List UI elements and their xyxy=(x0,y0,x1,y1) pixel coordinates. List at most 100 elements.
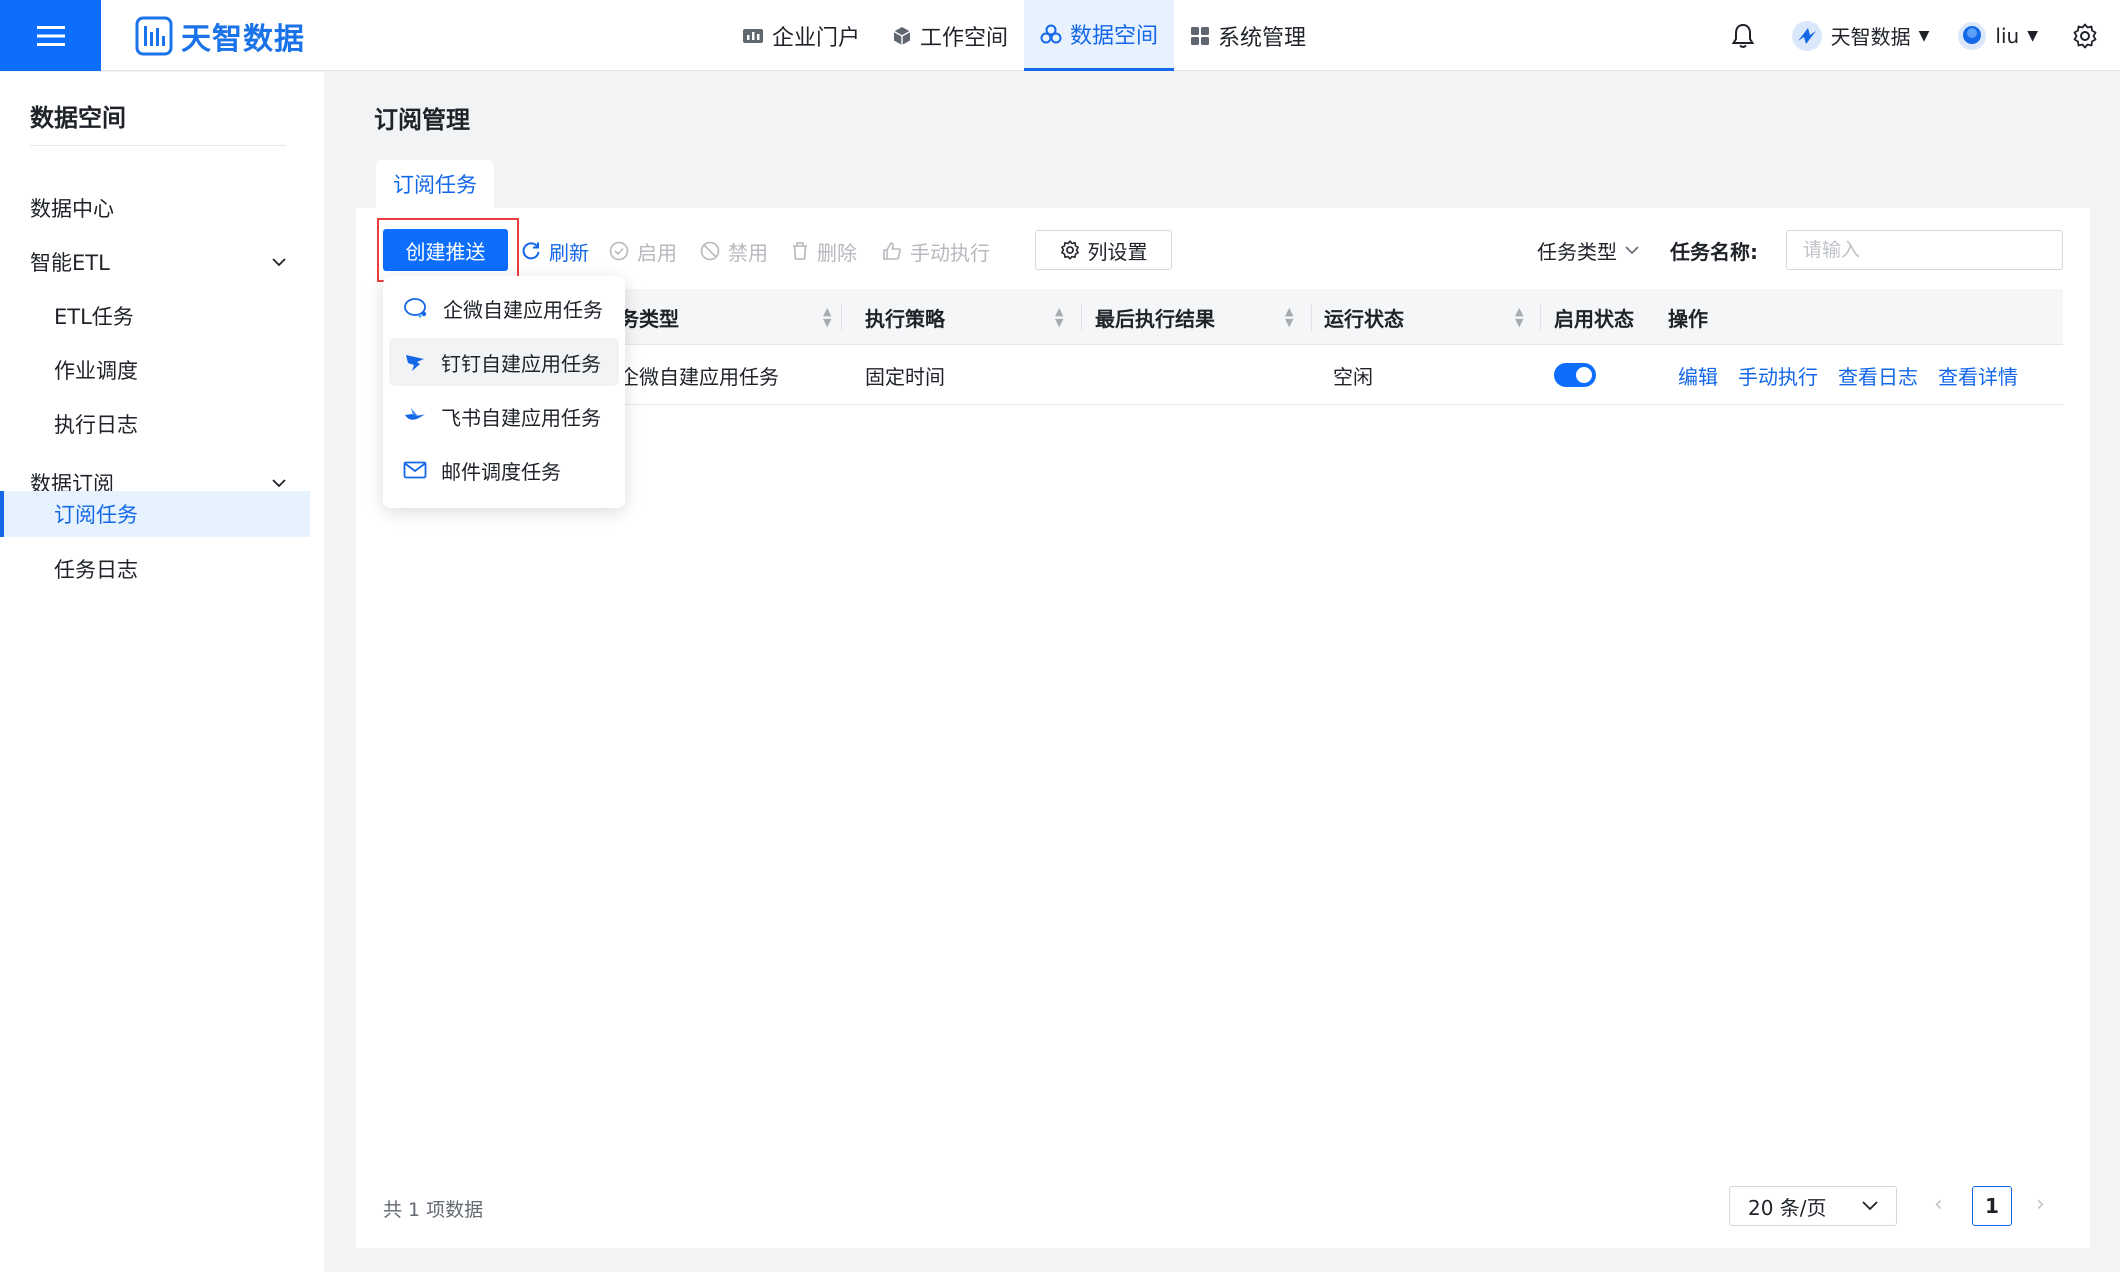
dropdown-item-label: 邮件调度任务 xyxy=(441,459,561,484)
feishu-icon xyxy=(405,408,425,420)
sidebar-group-smart-etl[interactable]: 智能ETL xyxy=(0,239,310,285)
refresh-button[interactable]: 刷新 xyxy=(521,236,589,266)
sidebar-item-label: 数据中心 xyxy=(30,197,114,221)
sidebar: 数据空间 数据中心 智能ETL ETL任务 作业调度 执行日志 数据订阅 订阅任… xyxy=(0,72,324,1272)
prev-page-button[interactable]: ‹ xyxy=(1934,1192,1943,1217)
chevron-down-icon xyxy=(272,257,286,266)
check-circle-icon xyxy=(609,241,629,261)
column-separator xyxy=(1540,303,1541,331)
enable-label: 启用 xyxy=(637,240,677,265)
page-size-value: 20 条/页 xyxy=(1748,1195,1827,1220)
sidebar-item-label: 订阅任务 xyxy=(54,503,138,527)
wecom-icon xyxy=(404,298,427,318)
column-separator xyxy=(841,303,842,331)
dropdown-item-dingtalk[interactable]: 钉钉自建应用任务 xyxy=(389,338,619,386)
org-name: 天智数据 xyxy=(1830,25,1911,49)
enable-button[interactable]: 启用 xyxy=(609,236,677,266)
task-name-input[interactable] xyxy=(1786,230,2063,270)
top-bar: 天智数据 企业门户 工作空间 数据空间 系统管理 天智数据 ▼ liu ▼ xyxy=(0,0,2120,71)
edit-link[interactable]: 编辑 xyxy=(1678,361,1718,390)
nav-enterprise-portal[interactable]: 企业门户 xyxy=(726,0,876,71)
refresh-label: 刷新 xyxy=(549,240,589,265)
task-type-label: 任务类型 xyxy=(1537,240,1617,264)
grid-icon xyxy=(1191,26,1210,45)
sort-icon[interactable]: ▲ ▼ xyxy=(1515,306,1523,328)
user-avatar-icon xyxy=(1958,21,1987,50)
col-header-type[interactable]: 务类型 ▲ ▼ xyxy=(619,289,831,345)
ban-icon xyxy=(700,241,720,261)
delete-button[interactable]: 删除 xyxy=(791,236,857,266)
sidebar-item-job-scheduling[interactable]: 作业调度 xyxy=(0,347,310,393)
user-name: liu xyxy=(1995,23,2020,48)
tab-subscription-tasks[interactable]: 订阅任务 xyxy=(376,160,494,208)
sort-icon[interactable]: ▲ ▼ xyxy=(823,306,831,328)
nav-label: 数据空间 xyxy=(1070,24,1159,49)
task-type-filter[interactable]: 任务类型 xyxy=(1537,236,1639,265)
logo-text: 天智数据 xyxy=(181,22,305,57)
nav-label: 工作空间 xyxy=(920,25,1009,51)
dropdown-item-feishu[interactable]: 飞书自建应用任务 xyxy=(389,392,619,440)
chevron-down-icon xyxy=(1862,1201,1878,1211)
settings-button[interactable] xyxy=(2072,23,2098,49)
org-switcher[interactable]: 天智数据 ▼ xyxy=(1791,20,1930,52)
column-settings-button[interactable]: 列设置 xyxy=(1035,230,1172,270)
sidebar-item-label: 智能ETL xyxy=(30,251,110,275)
col-header-last-result[interactable]: 最后执行结果 ▲ ▼ xyxy=(1095,289,1293,345)
notifications-button[interactable] xyxy=(1731,23,1755,49)
sidebar-item-label: 任务日志 xyxy=(54,558,138,582)
sidebar-item-data-center[interactable]: 数据中心 xyxy=(0,185,310,231)
top-nav: 企业门户 工作空间 数据空间 系统管理 xyxy=(726,0,1322,71)
caret-down-icon: ▼ xyxy=(1918,27,1930,44)
sidebar-item-execution-log[interactable]: 执行日志 xyxy=(0,401,310,447)
gear-icon xyxy=(1060,240,1079,260)
disable-label: 禁用 xyxy=(728,240,768,265)
nav-system-management[interactable]: 系统管理 xyxy=(1174,0,1322,71)
menu-toggle-button[interactable] xyxy=(0,0,101,71)
org-avatar-icon xyxy=(1791,20,1822,51)
dropdown-item-wecom[interactable]: 企微自建应用任务 xyxy=(389,284,619,332)
create-push-button[interactable]: 创建推送 xyxy=(383,229,508,271)
cell-strategy: 固定时间 xyxy=(865,364,945,389)
sidebar-item-task-log[interactable]: 任务日志 xyxy=(0,546,310,592)
view-details-link[interactable]: 查看详情 xyxy=(1938,361,2018,390)
sort-icon[interactable]: ▲ ▼ xyxy=(1285,306,1293,328)
logo-icon xyxy=(135,16,173,56)
chevron-down-icon xyxy=(1625,246,1639,255)
next-page-button[interactable]: › xyxy=(2036,1192,2045,1217)
app-logo[interactable]: 天智数据 xyxy=(135,14,305,58)
page-number-current[interactable]: 1 xyxy=(1972,1186,2012,1226)
cube-icon xyxy=(893,26,911,45)
chevron-down-icon xyxy=(272,478,286,487)
col-header-label: 运行状态 xyxy=(1324,306,1404,331)
dropdown-item-mail[interactable]: 邮件调度任务 xyxy=(389,446,619,494)
nav-label: 企业门户 xyxy=(772,25,861,51)
col-header-run-status[interactable]: 运行状态 ▲ ▼ xyxy=(1324,289,1523,345)
cluster-icon xyxy=(1040,24,1062,44)
manual-execute-link[interactable]: 手动执行 xyxy=(1738,361,1818,390)
nav-workspace[interactable]: 工作空间 xyxy=(876,0,1024,71)
manual-execute-button[interactable]: 手动执行 xyxy=(882,236,990,266)
col-header-strategy[interactable]: 执行策略 ▲ ▼ xyxy=(865,289,1063,345)
hamburger-icon xyxy=(36,25,65,46)
dropdown-item-label: 飞书自建应用任务 xyxy=(441,405,601,430)
disable-button[interactable]: 禁用 xyxy=(700,236,768,266)
sidebar-item-subscription-tasks[interactable]: 订阅任务 xyxy=(0,491,310,537)
enabled-toggle[interactable] xyxy=(1554,363,1596,387)
sidebar-item-etl-tasks[interactable]: ETL任务 xyxy=(0,293,310,339)
page-size-select[interactable]: 20 条/页 xyxy=(1729,1186,1897,1226)
refresh-icon xyxy=(522,242,540,260)
create-push-dropdown: 企微自建应用任务 钉钉自建应用任务 飞书自建应用任务 邮件调度任务 xyxy=(383,276,625,508)
nav-data-space[interactable]: 数据空间 xyxy=(1024,0,1175,71)
col-header-actions: 操作 xyxy=(1668,289,1708,345)
col-header-label: 执行策略 xyxy=(865,306,945,331)
column-separator xyxy=(1081,303,1082,331)
dropdown-item-label: 钉钉自建应用任务 xyxy=(441,351,601,376)
gear-icon xyxy=(2073,23,2097,48)
user-menu[interactable]: liu ▼ xyxy=(1957,21,2038,51)
sort-icon[interactable]: ▲ ▼ xyxy=(1055,306,1063,328)
cell-actions: 编辑 手动执行 查看日志 查看详情 xyxy=(1678,345,2038,405)
caret-down-icon: ▼ xyxy=(2027,27,2038,44)
page-title: 订阅管理 xyxy=(374,106,470,134)
dingtalk-icon xyxy=(406,355,424,371)
view-log-link[interactable]: 查看日志 xyxy=(1838,361,1918,390)
